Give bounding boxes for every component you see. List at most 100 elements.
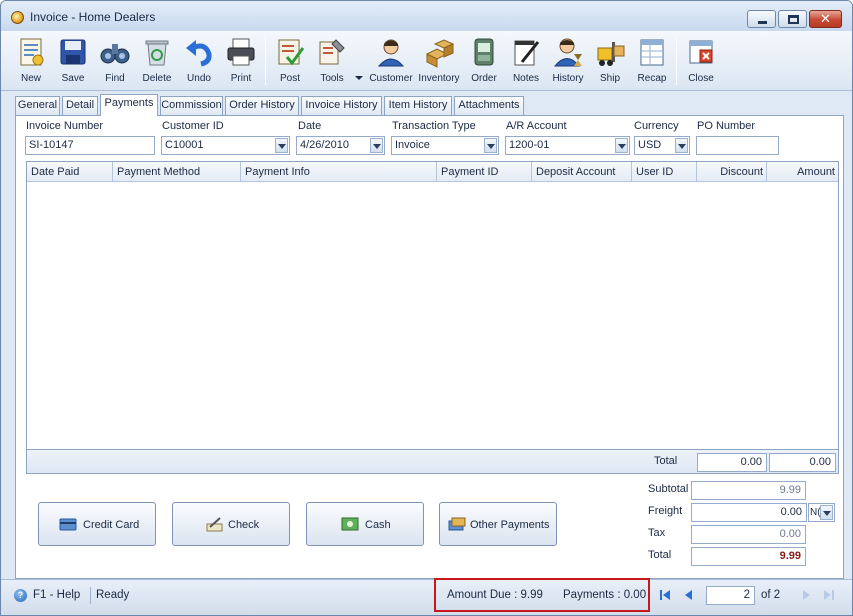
payments-grid[interactable]: Date Paid Payment Method Payment Info Pa… xyxy=(26,161,839,474)
chevron-down-icon[interactable] xyxy=(615,138,628,153)
po-number-field[interactable] xyxy=(696,136,779,155)
ship-forklift-icon xyxy=(597,42,625,66)
help-status[interactable]: F1 - Help xyxy=(33,589,80,601)
ar-account-value: 1200-01 xyxy=(509,139,550,151)
grid-header: Date Paid Payment Method Payment Info Pa… xyxy=(27,162,838,182)
po-number-label: PO Number xyxy=(697,120,756,132)
ar-account-label: A/R Account xyxy=(506,120,567,132)
next-page-icon[interactable] xyxy=(798,586,814,604)
column-payment-info[interactable]: Payment Info xyxy=(241,162,437,182)
column-discount[interactable]: Discount xyxy=(697,162,767,182)
tab-payments[interactable]: Payments xyxy=(100,94,158,116)
toolbar-order-button[interactable]: Order xyxy=(464,35,504,89)
first-page-icon[interactable] xyxy=(657,586,673,604)
freight-field[interactable]: 0.00 xyxy=(691,503,807,522)
other-payments-icon xyxy=(448,517,466,531)
tools-icon xyxy=(319,39,345,65)
currency-value: USD xyxy=(638,139,662,151)
toolbar-undo-button[interactable]: Undo xyxy=(179,35,219,89)
close-window-button[interactable]: ✕ xyxy=(809,10,842,28)
post-checkmark-icon xyxy=(278,39,305,66)
check-pen-icon xyxy=(206,517,223,532)
chevron-down-icon[interactable] xyxy=(484,138,497,153)
other-payments-button[interactable]: Other Payments xyxy=(439,502,557,546)
tax-label: Tax xyxy=(648,527,666,539)
currency-combo[interactable]: USD xyxy=(634,136,690,155)
binoculars-icon xyxy=(100,44,130,64)
tab-attachments[interactable]: Attachments xyxy=(454,96,524,115)
toolbar-history-button[interactable]: History xyxy=(548,35,588,89)
date-picker[interactable]: 4/26/2010 xyxy=(296,136,385,155)
toolbar-ship-button[interactable]: Ship xyxy=(590,35,630,89)
chevron-down-icon[interactable] xyxy=(370,138,383,153)
toolbar-tools-button[interactable]: Tools xyxy=(312,35,352,89)
chevron-down-icon[interactable] xyxy=(820,505,833,520)
tab-commission[interactable]: Commission xyxy=(160,96,223,115)
column-deposit-account[interactable]: Deposit Account xyxy=(532,162,632,182)
toolbar-save-button[interactable]: Save xyxy=(53,35,93,89)
toolbar-customer-button[interactable]: Customer xyxy=(369,35,413,89)
credit-card-icon xyxy=(59,518,77,531)
page-count: of 2 xyxy=(761,589,781,601)
toolbar-label: Customer xyxy=(369,73,413,84)
grid-footer: Total 0.00 0.00 xyxy=(27,449,838,473)
column-payment-method[interactable]: Payment Method xyxy=(113,162,241,182)
ready-status: Ready xyxy=(96,589,130,601)
invoice-number-label: Invoice Number xyxy=(26,120,104,132)
tab-invoice-history[interactable]: Invoice History xyxy=(301,96,382,115)
toolbar-inventory-button[interactable]: Inventory xyxy=(418,35,460,89)
toolbar-new-button[interactable]: New xyxy=(11,35,51,89)
notes-pad-icon xyxy=(514,40,540,66)
tab-detail[interactable]: Detail xyxy=(62,96,98,115)
toolbar-label: Recap xyxy=(637,73,667,84)
order-device-icon xyxy=(474,38,494,66)
invoice-number-field[interactable]: SI-10147 xyxy=(25,136,155,155)
toolbar-find-button[interactable]: Find xyxy=(95,35,135,89)
maximize-icon xyxy=(788,15,799,24)
transaction-type-combo[interactable]: Invoice xyxy=(391,136,499,155)
help-icon[interactable]: ? xyxy=(14,589,27,602)
cash-button[interactable]: Cash xyxy=(306,502,424,546)
tools-dropdown-icon[interactable] xyxy=(355,76,363,80)
subtotal-label: Subtotal xyxy=(648,483,689,495)
tab-general[interactable]: General xyxy=(15,96,60,115)
toolbar-recap-button[interactable]: Recap xyxy=(632,35,672,89)
minimize-button[interactable] xyxy=(747,10,776,28)
column-amount[interactable]: Amount xyxy=(767,162,838,182)
column-payment-id[interactable]: Payment ID xyxy=(437,162,532,182)
chevron-down-icon[interactable] xyxy=(675,138,688,153)
check-button[interactable]: Check xyxy=(172,502,290,546)
title-bar: Invoice - Home Dealers ✕ xyxy=(1,1,852,31)
cash-money-icon xyxy=(341,517,359,531)
toolbar-close-button[interactable]: Close xyxy=(681,35,721,89)
column-date-paid[interactable]: Date Paid xyxy=(27,162,113,182)
minimize-icon xyxy=(758,21,767,24)
customer-id-combo[interactable]: C10001 xyxy=(161,136,290,155)
printer-icon xyxy=(227,38,255,66)
credit-card-button[interactable]: Credit Card xyxy=(38,502,156,546)
tab-order-history[interactable]: Order History xyxy=(225,96,299,115)
grid-total-discount: 0.00 xyxy=(697,453,767,472)
close-window-icon xyxy=(689,40,713,64)
amount-due-highlight-box xyxy=(434,578,650,612)
grid-total-amount: 0.00 xyxy=(769,453,836,472)
chevron-down-icon[interactable] xyxy=(275,138,288,153)
column-user-id[interactable]: User ID xyxy=(632,162,697,182)
toolbar-notes-button[interactable]: Notes xyxy=(506,35,546,89)
page-number-input[interactable]: 2 xyxy=(706,586,755,605)
last-page-icon[interactable] xyxy=(821,586,837,604)
toolbar-post-button[interactable]: Post xyxy=(270,35,310,89)
toolbar-delete-button[interactable]: Delete xyxy=(137,35,177,89)
inventory-boxes-icon xyxy=(425,39,455,68)
maximize-button[interactable] xyxy=(778,10,807,28)
recap-sheet-icon xyxy=(640,39,664,66)
transaction-type-value: Invoice xyxy=(395,139,430,151)
total-value: 9.99 xyxy=(691,547,806,566)
freight-code-combo[interactable]: N( xyxy=(808,503,835,522)
ar-account-combo[interactable]: 1200-01 xyxy=(505,136,630,155)
new-document-icon xyxy=(20,38,44,66)
tab-item-history[interactable]: Item History xyxy=(384,96,452,115)
save-disk-icon xyxy=(60,39,86,65)
toolbar-print-button[interactable]: Print xyxy=(221,35,261,89)
previous-page-icon[interactable] xyxy=(681,586,697,604)
